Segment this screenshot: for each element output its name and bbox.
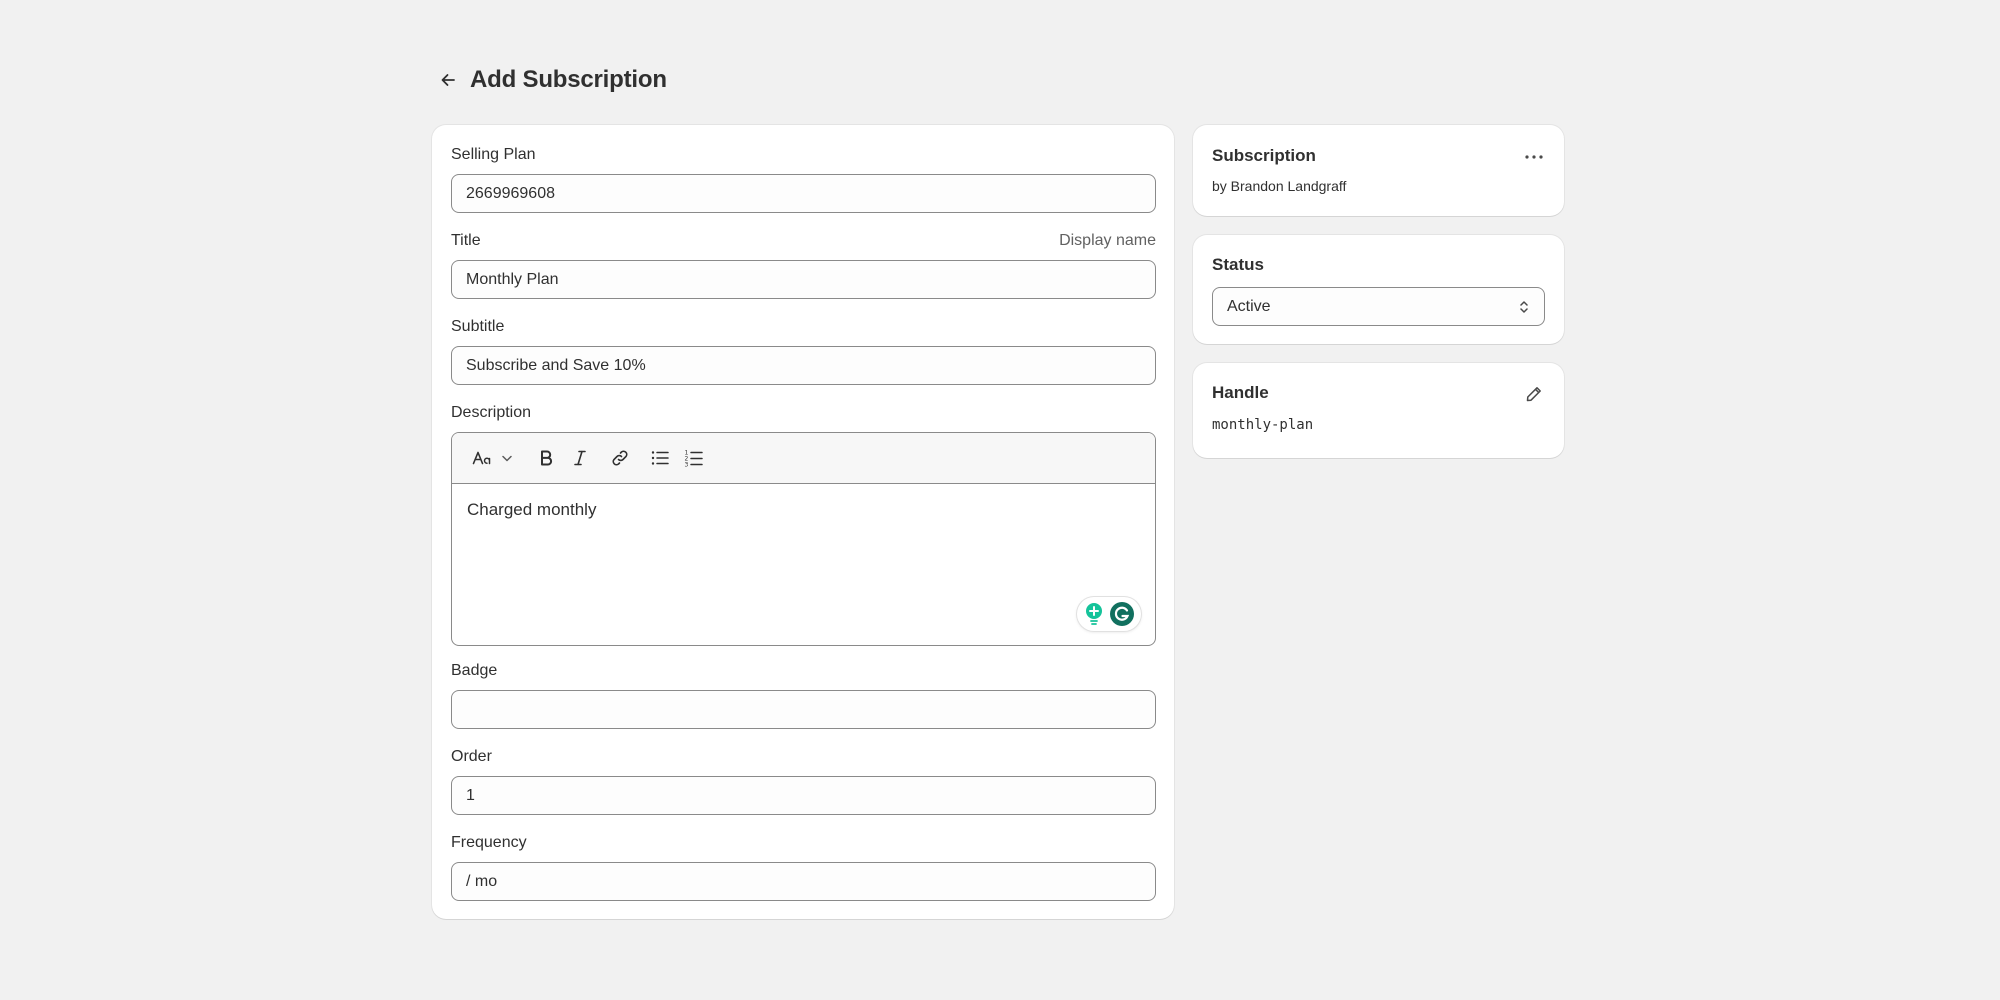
svg-text:3: 3 xyxy=(685,462,689,469)
handle-card: Handle monthly-plan xyxy=(1193,363,1564,458)
numbered-list-button[interactable]: 1 2 3 xyxy=(678,442,710,474)
subtitle-label: Subtitle xyxy=(451,318,505,335)
selling-plan-input[interactable] xyxy=(451,174,1156,213)
italic-icon xyxy=(574,450,586,466)
frequency-label: Frequency xyxy=(451,834,527,851)
subtitle-input[interactable] xyxy=(451,346,1156,385)
chevron-down-icon xyxy=(502,455,512,462)
order-input[interactable] xyxy=(451,776,1156,815)
bullet-list-icon xyxy=(651,451,669,465)
status-card: Status Active xyxy=(1193,235,1564,344)
status-select[interactable]: Active xyxy=(1212,287,1545,326)
link-button[interactable] xyxy=(604,442,636,474)
edit-handle-button[interactable] xyxy=(1520,380,1548,408)
description-content[interactable]: Charged monthly xyxy=(452,484,1155,536)
description-editor: 1 2 3 Charged monthly xyxy=(451,432,1156,646)
text-format-icon xyxy=(472,451,491,465)
frequency-field: Frequency xyxy=(451,834,1156,901)
badge-label: Badge xyxy=(451,662,498,679)
bold-icon xyxy=(541,450,553,466)
link-icon xyxy=(612,450,628,466)
description-field: Description 1 2 3 Charged monthly xyxy=(451,404,1156,646)
app-byline: by Brandon Landgraff xyxy=(1212,178,1347,194)
pencil-icon xyxy=(1526,387,1541,402)
badge-input[interactable] xyxy=(451,690,1156,729)
handle-title: Handle xyxy=(1212,383,1269,402)
title-input[interactable] xyxy=(451,260,1156,299)
frequency-input[interactable] xyxy=(451,862,1156,901)
back-button[interactable] xyxy=(432,64,464,96)
arrow-left-icon xyxy=(441,74,455,86)
numbered-list-icon: 1 2 3 xyxy=(685,450,703,469)
title-field: Title Display name xyxy=(451,232,1156,299)
order-field: Order xyxy=(451,748,1156,815)
more-actions-button[interactable] xyxy=(1520,143,1548,171)
select-chevrons-icon xyxy=(1520,300,1528,313)
subtitle-field: Subtitle xyxy=(451,318,1156,385)
text-format-button[interactable] xyxy=(466,442,520,474)
order-label: Order xyxy=(451,748,492,765)
badge-field: Badge xyxy=(451,662,1156,729)
bullet-list-button[interactable] xyxy=(644,442,676,474)
description-label: Description xyxy=(451,404,532,421)
status-selected-value: Active xyxy=(1227,297,1271,315)
title-label: Title xyxy=(451,232,481,249)
selling-plan-label: Selling Plan xyxy=(451,146,536,163)
lightbulb-icon xyxy=(1086,603,1102,625)
grammarly-widget[interactable] xyxy=(1077,597,1141,631)
page-header: Add Subscription xyxy=(432,58,667,102)
selling-plan-field: Selling Plan xyxy=(451,146,1156,213)
app-info-card: Subscription by Brandon Landgraff xyxy=(1193,125,1564,216)
subscription-form-card: Selling Plan Title Display name Subtitle… xyxy=(432,125,1174,919)
ellipsis-icon xyxy=(1525,155,1543,159)
page-title: Add Subscription xyxy=(470,66,667,93)
app-title: Subscription xyxy=(1212,146,1316,165)
bold-button[interactable] xyxy=(530,442,562,474)
status-title: Status xyxy=(1212,255,1264,274)
grammarly-icon xyxy=(1110,602,1134,626)
handle-value: monthly-plan xyxy=(1212,417,1314,433)
italic-button[interactable] xyxy=(564,442,596,474)
title-hint: Display name xyxy=(1059,232,1156,249)
editor-toolbar: 1 2 3 xyxy=(452,433,1155,484)
